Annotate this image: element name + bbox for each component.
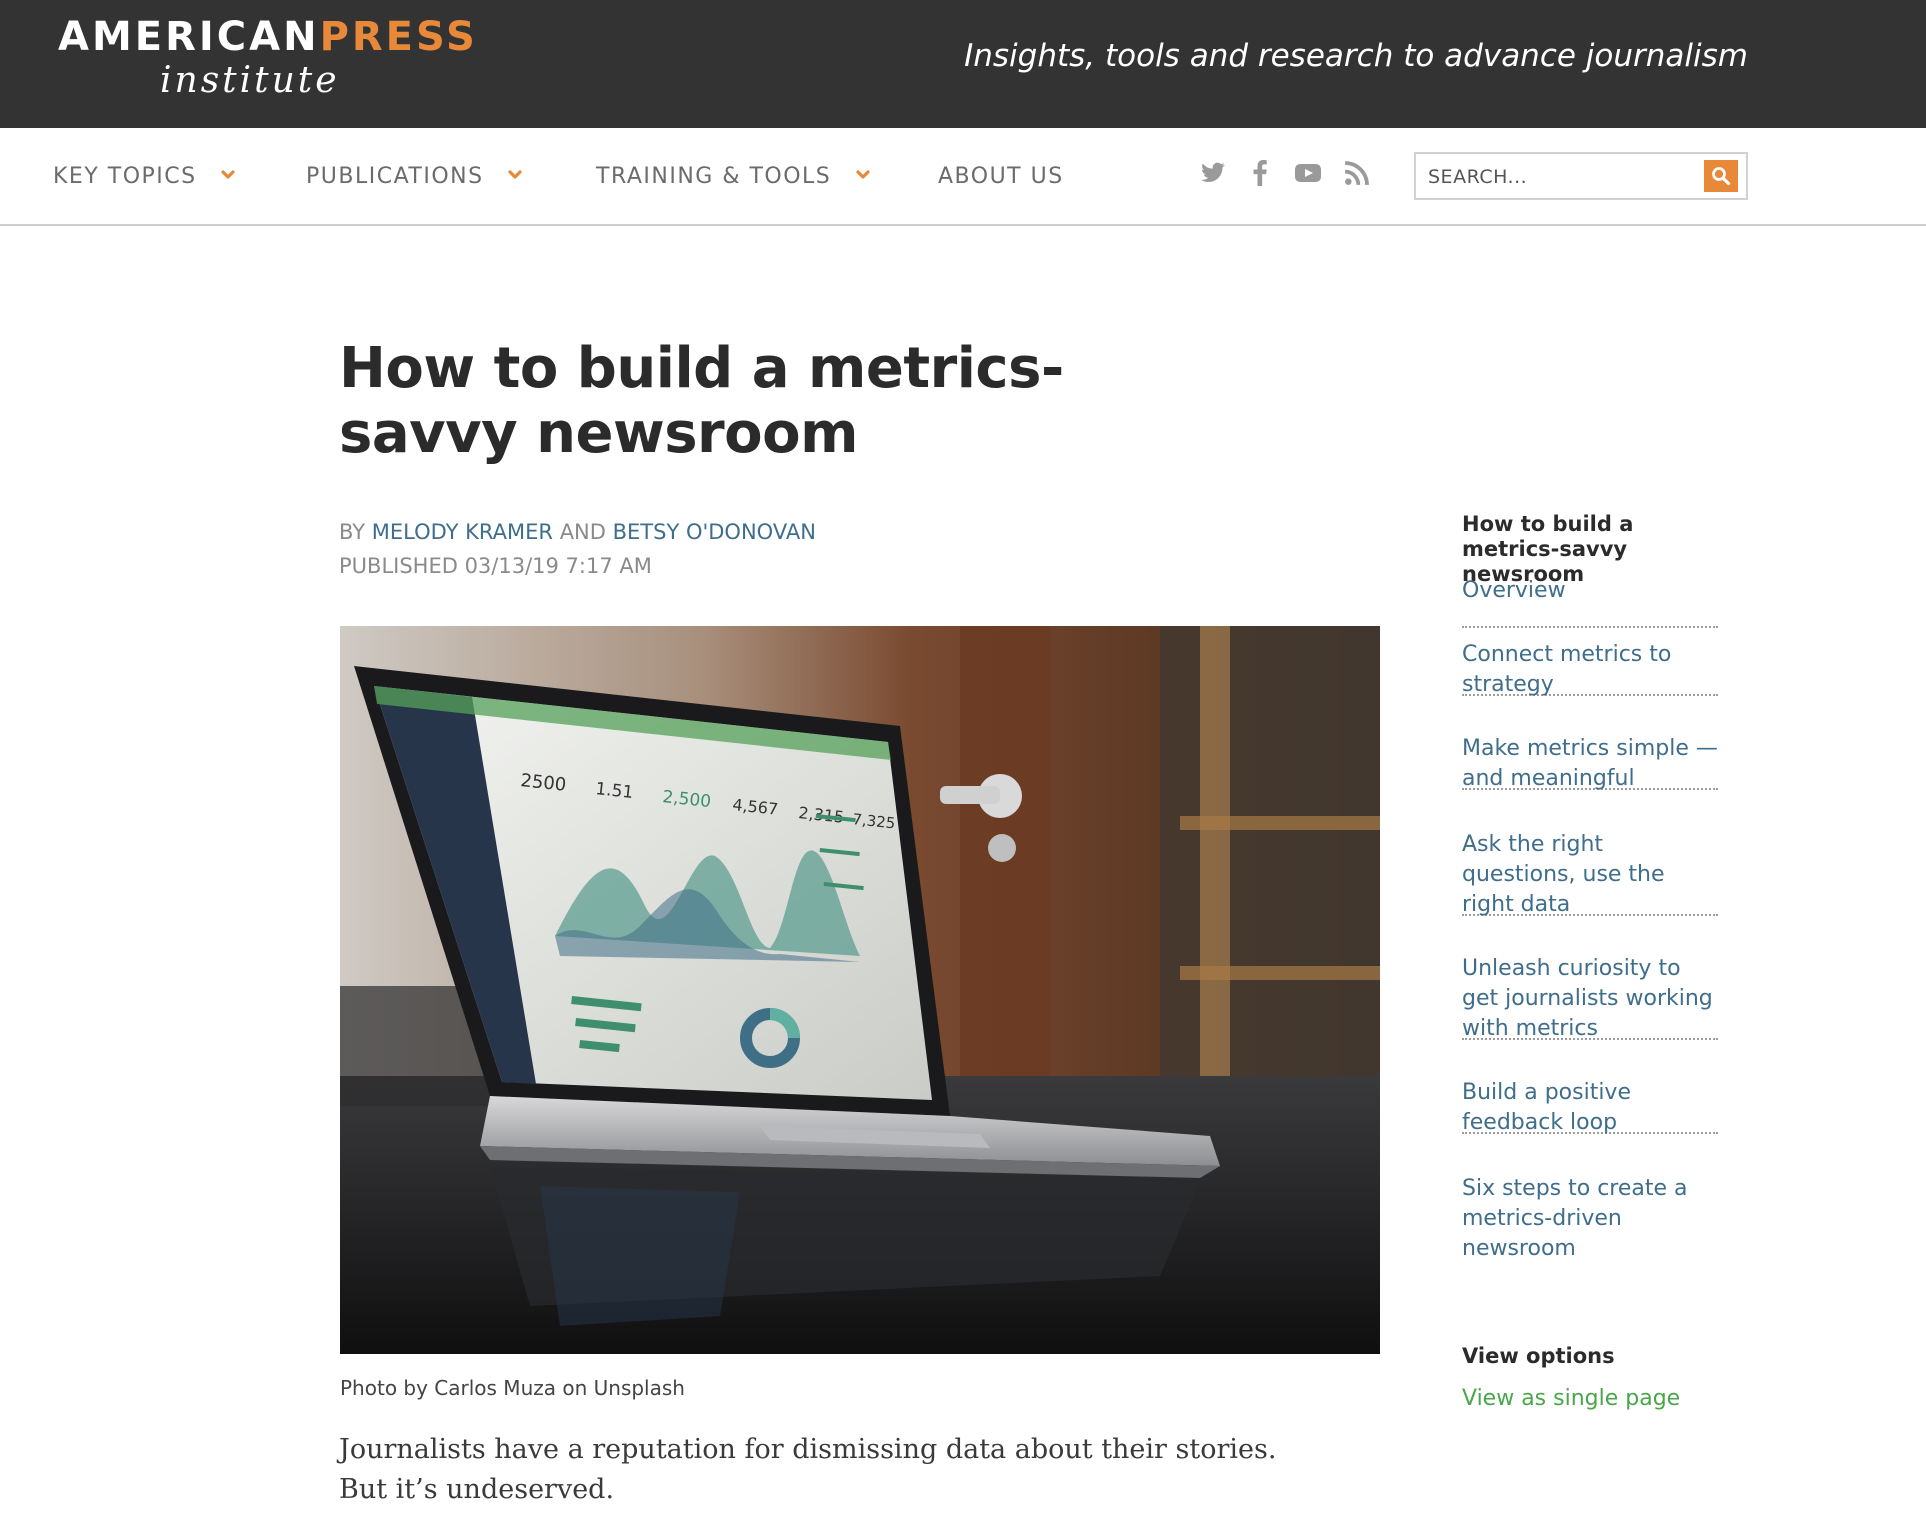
toc-link-overview[interactable]: Overview [1462, 576, 1718, 606]
search-icon [1712, 167, 1731, 186]
published-date: PUBLISHED 03/13/19 7:17 AM [339, 554, 652, 578]
laptop-dashboard-photo: 2500 1.51 2,500 4,567 2,315 7,325 [340, 626, 1380, 1354]
logo-word-institute: institute [160, 60, 340, 101]
nav-item-training-tools[interactable]: TRAINING & TOOLS [596, 164, 870, 189]
nav-item-publications[interactable]: PUBLICATIONS [306, 164, 522, 189]
search-button[interactable] [1704, 160, 1738, 192]
view-single-page-link[interactable]: View as single page [1462, 1386, 1680, 1411]
chevron-down-icon [856, 170, 870, 179]
logo-wordmark: AMERICANPRESS [58, 14, 478, 60]
article-title: How to build a metrics-savvy newsroom [339, 336, 1064, 466]
nav-item-about-us[interactable]: ABOUT US [938, 164, 1064, 189]
byline-prefix: BY [339, 520, 372, 544]
logo-word-press: PRESS [319, 14, 478, 60]
main-nav: KEY TOPICS PUBLICATIONS TRAINING & TOOLS… [0, 128, 1926, 226]
nav-item-label: KEY TOPICS [53, 164, 197, 189]
search-box [1414, 152, 1748, 200]
nav-item-label: ABOUT US [938, 164, 1064, 189]
search-input[interactable] [1426, 162, 1690, 192]
nav-item-key-topics[interactable]: KEY TOPICS [53, 164, 235, 189]
photo-caption: Photo by Carlos Muza on Unsplash [340, 1376, 685, 1400]
site-logo[interactable]: AMERICANPRESS institute [0, 0, 475, 128]
youtube-icon [1295, 164, 1321, 182]
chevron-down-icon [221, 170, 235, 179]
author-link-melody-kramer[interactable]: MELODY KRAMER [372, 520, 553, 544]
hero-photo: 2500 1.51 2,500 4,567 2,315 7,325 [340, 626, 1380, 1354]
toc-link-ask-right-questions[interactable]: Ask the right questions, use the right d… [1462, 830, 1718, 920]
toc-link-unleash-curiosity[interactable]: Unleash curiosity to get journalists wor… [1462, 954, 1718, 1044]
rss-icon [1345, 161, 1369, 185]
toc-item: Ask the right questions, use the right d… [1462, 830, 1718, 917]
site-tagline: Insights, tools and research to advance … [964, 38, 1748, 74]
twitter-icon [1201, 162, 1225, 182]
toc-item: Connect metrics to strategy [1462, 640, 1718, 697]
toc-item: Unleash curiosity to get journalists wor… [1462, 954, 1718, 1041]
toc-item: Six steps to create a metrics-driven new… [1462, 1174, 1718, 1264]
facebook-icon [1253, 160, 1267, 186]
logo-word-american: AMERICAN [58, 14, 320, 60]
site-header: AMERICANPRESS institute Insights, tools … [0, 0, 1926, 128]
toc-link-connect-metrics[interactable]: Connect metrics to strategy [1462, 640, 1718, 700]
toc-item: Overview [1462, 576, 1718, 628]
youtube-link[interactable] [1294, 160, 1322, 191]
toc-link-six-steps[interactable]: Six steps to create a metrics-driven new… [1462, 1174, 1718, 1264]
chevron-down-icon [508, 170, 522, 179]
toc-link-positive-feedback-loop[interactable]: Build a positive feedback loop [1462, 1078, 1718, 1138]
toc-item: Make metrics simple — and meaningful [1462, 734, 1718, 791]
rss-link[interactable] [1344, 160, 1370, 191]
byline-and: AND [553, 520, 613, 544]
toc-item: Build a positive feedback loop [1462, 1078, 1718, 1135]
article-lede: Journalists have a reputation for dismis… [339, 1434, 1277, 1505]
view-options-title: View options [1462, 1344, 1615, 1368]
svg-text:1.51: 1.51 [594, 779, 634, 803]
nav-item-label: TRAINING & TOOLS [596, 164, 832, 189]
nav-item-label: PUBLICATIONS [306, 164, 484, 189]
author-link-betsy-odonovan[interactable]: BETSY O'DONOVAN [613, 520, 816, 544]
article-byline: BY MELODY KRAMER AND BETSY O'DONOVAN [339, 520, 816, 544]
twitter-link[interactable] [1200, 160, 1226, 191]
facebook-link[interactable] [1250, 160, 1270, 191]
toc-link-make-metrics-simple[interactable]: Make metrics simple — and meaningful [1462, 734, 1718, 794]
